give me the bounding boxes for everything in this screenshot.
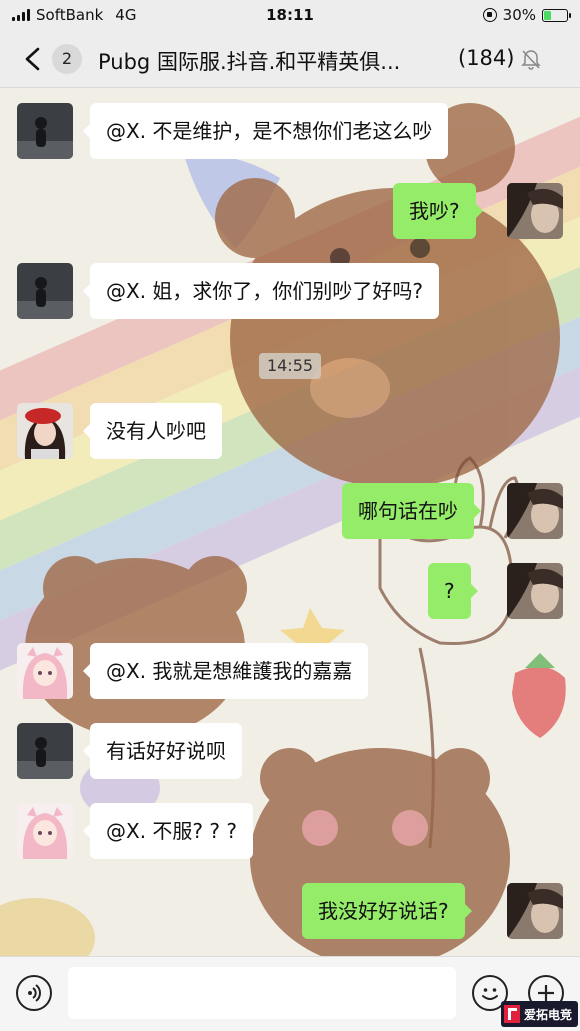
voice-input-button[interactable] bbox=[16, 975, 52, 1011]
message-bubble-outgoing[interactable]: 我吵? bbox=[393, 183, 483, 239]
message-bubble-incoming[interactable]: @X. 我就是想維護我的嘉嘉 bbox=[82, 643, 369, 699]
timestamp-divider: 14:55 bbox=[259, 353, 321, 379]
chat-header: 2 Pubg 国际服.抖音.和平精英俱... (184) bbox=[0, 30, 580, 88]
rotation-lock-icon bbox=[482, 8, 497, 22]
avatar-self[interactable] bbox=[507, 883, 563, 939]
mute-bell-icon bbox=[521, 50, 541, 70]
message-bubble-incoming[interactable]: @X. 姐，求你了，你们别吵了好吗? bbox=[82, 263, 440, 319]
avatar-dark-silhouette[interactable] bbox=[17, 263, 73, 319]
message-bubble-incoming[interactable]: 没有人吵吧 bbox=[83, 403, 222, 459]
message-bubble-outgoing[interactable]: 我没好好说话? bbox=[302, 883, 472, 939]
chat-message-list[interactable]: @X. 不是维护，是不想你们老这么吵 我吵? @X. 姐，求你了，你们别吵了好吗… bbox=[0, 88, 580, 956]
battery-percent: 30% bbox=[502, 6, 536, 24]
chat-input-bar: 爱拓电竞 bbox=[0, 956, 580, 1031]
voice-wave-icon bbox=[28, 984, 41, 1002]
message-bubble-incoming[interactable]: 有话好好说呗 bbox=[83, 723, 242, 779]
battery-icon bbox=[542, 8, 571, 22]
message-bubble-outgoing[interactable]: ? bbox=[428, 563, 478, 619]
status-right: 30% bbox=[482, 6, 571, 24]
avatar-dark-silhouette[interactable] bbox=[17, 723, 73, 779]
watermark-text: 爱拓电竞 bbox=[523, 1007, 572, 1022]
message-bubble-outgoing[interactable]: 哪句话在吵 bbox=[342, 483, 481, 539]
avatar-dark-silhouette[interactable] bbox=[17, 103, 73, 159]
group-title[interactable]: Pubg 国际服.抖音.和平精英俱... bbox=[98, 46, 450, 76]
member-count: (184) bbox=[458, 46, 515, 70]
message-input[interactable] bbox=[68, 967, 456, 1019]
avatar-self[interactable] bbox=[507, 183, 563, 239]
unread-count-badge[interactable]: 2 bbox=[52, 44, 82, 74]
site-watermark: 爱拓电竞 bbox=[500, 1001, 578, 1027]
avatar-self[interactable] bbox=[507, 563, 563, 619]
battery-fill bbox=[544, 10, 551, 20]
back-chevron-icon[interactable] bbox=[22, 47, 44, 71]
avatar-self[interactable] bbox=[507, 483, 563, 539]
avatar-red-beret-girl[interactable] bbox=[17, 403, 73, 459]
status-bar: SoftBank 4G 18:11 30% bbox=[0, 0, 580, 30]
avatar-pink-anime-girl[interactable] bbox=[17, 803, 73, 859]
watermark-logo-icon bbox=[503, 1005, 520, 1023]
message-bubble-incoming[interactable]: @X. 不是维护，是不想你们老这么吵 bbox=[82, 103, 449, 159]
avatar-pink-anime-girl[interactable] bbox=[17, 643, 73, 699]
message-bubble-incoming[interactable]: @X. 不服? ? ? bbox=[83, 803, 253, 859]
